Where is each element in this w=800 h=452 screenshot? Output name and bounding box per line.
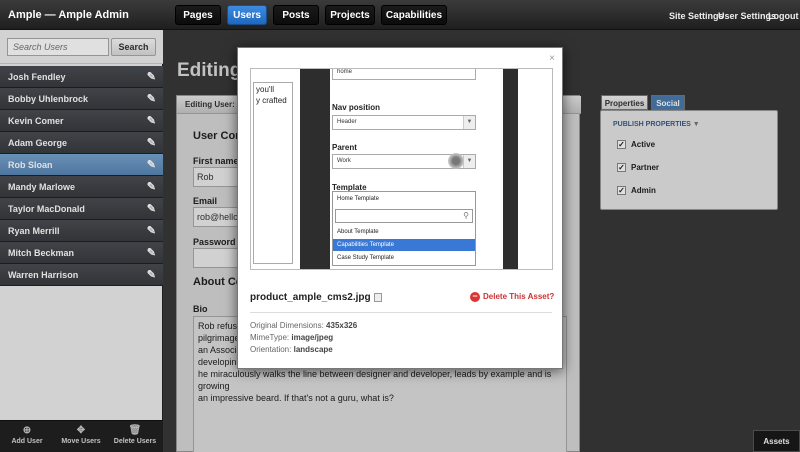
meta-dimensions: Original Dimensions: 435x326: [250, 321, 358, 330]
password-label: Password: [193, 237, 236, 247]
admin-checkbox-row[interactable]: ✓ Admin: [617, 186, 656, 196]
top-bar: Ample — Ample Admin Pages Users Posts Pr…: [0, 0, 800, 30]
nav-tab-pages[interactable]: Pages: [175, 5, 221, 25]
tab-properties[interactable]: Properties: [601, 95, 648, 110]
user-item[interactable]: Mitch Beckman ✎: [0, 242, 163, 264]
sidebar-footer: ⊕ Add User ✥ Move Users 🗑 Delete Users: [0, 420, 163, 452]
app-title: Ample — Ample Admin: [8, 9, 129, 21]
pencil-icon[interactable]: ✎: [147, 220, 156, 242]
preview-textarea: you'll y crafted: [253, 82, 293, 264]
checkbox[interactable]: ✓: [617, 140, 626, 150]
add-user-button[interactable]: ⊕ Add User: [0, 424, 54, 445]
user-item-selected[interactable]: Rob Sloan ✎: [0, 154, 163, 176]
loading-spinner-icon: [448, 153, 464, 169]
checkbox[interactable]: ✓: [617, 186, 626, 196]
search-icon: ⚲: [463, 211, 469, 220]
partner-checkbox-row[interactable]: ✓ Partner: [617, 163, 659, 173]
asset-file-name: product_ample_cms2.jpg: [250, 292, 382, 303]
divider: [250, 312, 552, 313]
asset-preview-image: you'll y crafted home Nav position Heade…: [250, 68, 553, 270]
search-bar: Search: [0, 30, 163, 64]
pencil-icon[interactable]: ✎: [147, 198, 156, 220]
asset-modal: × you'll y crafted home Nav position Hea…: [237, 47, 563, 369]
meta-mimetype: MimeType: image/jpeg: [250, 333, 334, 342]
pencil-icon[interactable]: ✎: [147, 154, 156, 176]
chevron-down-icon: ▼: [463, 155, 475, 168]
search-input[interactable]: [7, 38, 109, 56]
close-icon[interactable]: ×: [549, 53, 555, 64]
move-users-button[interactable]: ✥ Move Users: [54, 424, 108, 445]
sidebar: Search Josh Fendley ✎ Bobby Uhlenbrock ✎ K…: [0, 30, 163, 452]
chevron-down-icon: ▼: [692, 121, 700, 128]
site-settings-link[interactable]: Site Settings: [669, 11, 724, 21]
minus-circle-icon: −: [470, 292, 480, 302]
preview-select: Header ▼: [332, 115, 476, 130]
pencil-icon[interactable]: ✎: [147, 132, 156, 154]
pencil-icon[interactable]: ✎: [147, 110, 156, 132]
preview-dropdown: Home Template ⚲ About Template Capabilit…: [332, 191, 476, 266]
add-icon: ⊕: [22, 425, 32, 436]
user-name: Bobby Uhlenbrock: [8, 94, 89, 104]
nav-tab-projects[interactable]: Projects: [325, 5, 375, 25]
publish-properties-title[interactable]: PUBLISH PROPERTIES ▼: [613, 121, 700, 128]
delete-users-button[interactable]: 🗑 Delete Users: [108, 424, 162, 445]
preview-select: home: [332, 69, 476, 80]
user-item[interactable]: Kevin Comer ✎: [0, 110, 163, 132]
user-list: Josh Fendley ✎ Bobby Uhlenbrock ✎ Kevin Co…: [0, 66, 163, 286]
user-name: Kevin Comer: [8, 116, 64, 126]
meta-orientation: Orientation: landscape: [250, 345, 333, 354]
chevron-down-icon: ▼: [463, 116, 475, 129]
user-item[interactable]: Ryan Merrill ✎: [0, 220, 163, 242]
user-item[interactable]: Bobby Uhlenbrock ✎: [0, 88, 163, 110]
user-item[interactable]: Josh Fendley ✎: [0, 66, 163, 88]
bio-label: Bio: [193, 304, 208, 314]
user-item[interactable]: Taylor MacDonald ✎: [0, 198, 163, 220]
user-item[interactable]: Adam George ✎: [0, 132, 163, 154]
preview-dropdown-search: ⚲: [335, 209, 473, 223]
first-name-label: First name: [193, 156, 239, 166]
user-name: Adam George: [8, 138, 68, 148]
user-name: Rob Sloan: [8, 160, 53, 170]
user-name: Mitch Beckman: [8, 248, 75, 258]
tab-social[interactable]: Social: [651, 95, 685, 110]
preview-label: Parent: [332, 143, 357, 152]
pencil-icon[interactable]: ✎: [147, 176, 156, 198]
checkbox[interactable]: ✓: [617, 163, 626, 173]
pencil-icon[interactable]: ✎: [147, 264, 156, 286]
user-item[interactable]: Mandy Marlowe ✎: [0, 176, 163, 198]
file-icon[interactable]: [373, 292, 382, 302]
publish-properties-panel: PUBLISH PROPERTIES ▼ ✓ Active ✓ Partner ✓ A…: [600, 110, 778, 210]
user-name: Mandy Marlowe: [8, 182, 76, 192]
pencil-icon[interactable]: ✎: [147, 66, 156, 88]
assets-tab[interactable]: Assets: [753, 430, 800, 452]
preview-label: Nav position: [332, 103, 381, 112]
delete-asset-link[interactable]: − Delete This Asset?: [470, 292, 554, 302]
active-checkbox-row[interactable]: ✓ Active: [617, 140, 655, 150]
user-name: Taylor MacDonald: [8, 204, 85, 214]
user-name: Ryan Merrill: [8, 226, 60, 236]
logout-link[interactable]: Logout: [768, 11, 799, 21]
email-label: Email: [193, 196, 218, 206]
user-name: Warren Harrison: [8, 270, 79, 280]
nav-tab-capabilities[interactable]: Capabilities: [381, 5, 447, 25]
nav-tab-posts[interactable]: Posts: [273, 5, 319, 25]
nav-tab-users[interactable]: Users: [227, 5, 267, 25]
pencil-icon[interactable]: ✎: [147, 242, 156, 264]
user-name: Josh Fendley: [8, 72, 66, 82]
pencil-icon[interactable]: ✎: [147, 88, 156, 110]
search-button[interactable]: Search: [111, 38, 156, 56]
preview-form: home Nav position Header ▼ Parent Work ▼ T…: [330, 69, 503, 269]
page-title: Editing: [177, 60, 242, 81]
user-item[interactable]: Warren Harrison ✎: [0, 264, 163, 286]
move-icon: ✥: [76, 425, 86, 436]
trash-icon: 🗑: [128, 425, 142, 436]
